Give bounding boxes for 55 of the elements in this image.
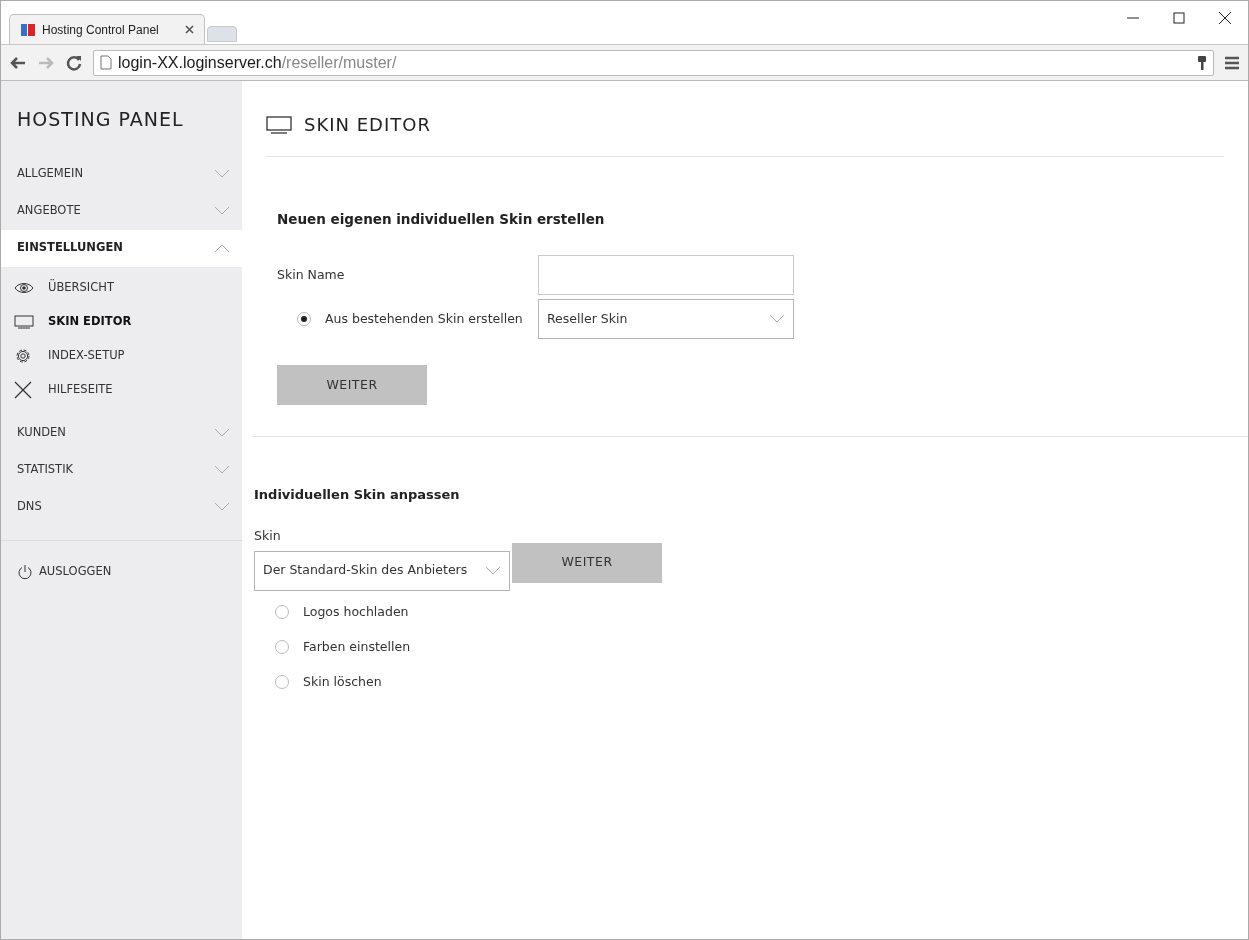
chevron-icon (769, 314, 785, 325)
radio-button[interactable] (275, 675, 289, 689)
submenu-item[interactable]: SKIN EDITOR (1, 304, 242, 339)
radio-button[interactable] (297, 312, 311, 327)
field-label: Skin (254, 526, 282, 545)
chevron-icon (214, 428, 230, 438)
sidebar-section[interactable]: STATISTIK (1, 451, 242, 489)
chevron-icon (485, 565, 501, 576)
eye-icon (14, 280, 34, 295)
field-label: Skin Name (277, 265, 346, 284)
radio-button[interactable] (275, 640, 289, 654)
section-heading: Individuellen Skin anpassen (254, 486, 461, 505)
dropdown[interactable]: Der Standard-Skin des Anbieters (254, 550, 510, 591)
browser-tab[interactable]: Hosting Control Panel (9, 14, 205, 44)
sidebar-section[interactable]: ANGEBOTE (1, 192, 242, 230)
close-icon[interactable] (1218, 11, 1232, 25)
address-bar[interactable]: login-XX.loginserver.ch/reseller/muster/ (93, 49, 1214, 76)
sidebar-section[interactable]: DNS (1, 488, 242, 526)
submenu-item[interactable]: INDEX-SETUP (1, 338, 242, 373)
sidebar-section[interactable]: EINSTELLUNGEN (1, 229, 242, 267)
submenu-item[interactable]: HILFESEITE (1, 372, 242, 407)
menu-icon[interactable] (1224, 55, 1240, 70)
radio-label: Logos hochladen (303, 602, 409, 621)
logout-link[interactable]: AUSLOGGEN (1, 554, 242, 589)
chevron-icon (214, 206, 230, 216)
radio-label: Skin löschen (303, 672, 382, 691)
monitor-icon (266, 115, 292, 134)
tab-title: Hosting Control Panel (42, 21, 160, 39)
url-text: login-XX.loginserver.ch/reseller/muster/ (118, 52, 398, 73)
page-title: SKIN EDITOR (304, 113, 431, 137)
chevron-icon (214, 169, 230, 179)
radio-label: Farben einstellen (303, 637, 411, 656)
skin-name-input[interactable] (538, 255, 794, 296)
cross-icon (14, 380, 32, 399)
power-icon (17, 563, 33, 580)
chevron-icon (214, 502, 230, 512)
favicon-icon (20, 21, 36, 38)
radio-label: Aus bestehenden Skin erstellen (325, 309, 523, 328)
sidebar-section[interactable]: KUNDEN (1, 414, 242, 452)
sidebar-title: HOSTING PANEL (16, 107, 185, 132)
page-icon (100, 55, 112, 70)
key-icon[interactable] (1197, 54, 1207, 71)
submenu-item[interactable]: ÜBERSICHT (1, 270, 242, 305)
maximize-icon[interactable] (1172, 11, 1186, 25)
radio-button[interactable] (275, 605, 289, 619)
monitor-icon (14, 314, 34, 329)
section-heading: Neuen eigenen individuellen Skin erstellen (277, 210, 606, 229)
sidebar-section[interactable]: ALLGEMEIN (1, 155, 242, 193)
chevron-icon (214, 243, 230, 253)
reload-icon[interactable] (65, 53, 83, 72)
next-button[interactable]: WEITER (512, 542, 662, 583)
dropdown[interactable]: Reseller Skin (538, 299, 794, 340)
close-tab-icon[interactable] (185, 25, 194, 34)
next-button[interactable]: WEITER (277, 365, 427, 406)
chevron-icon (214, 465, 230, 475)
